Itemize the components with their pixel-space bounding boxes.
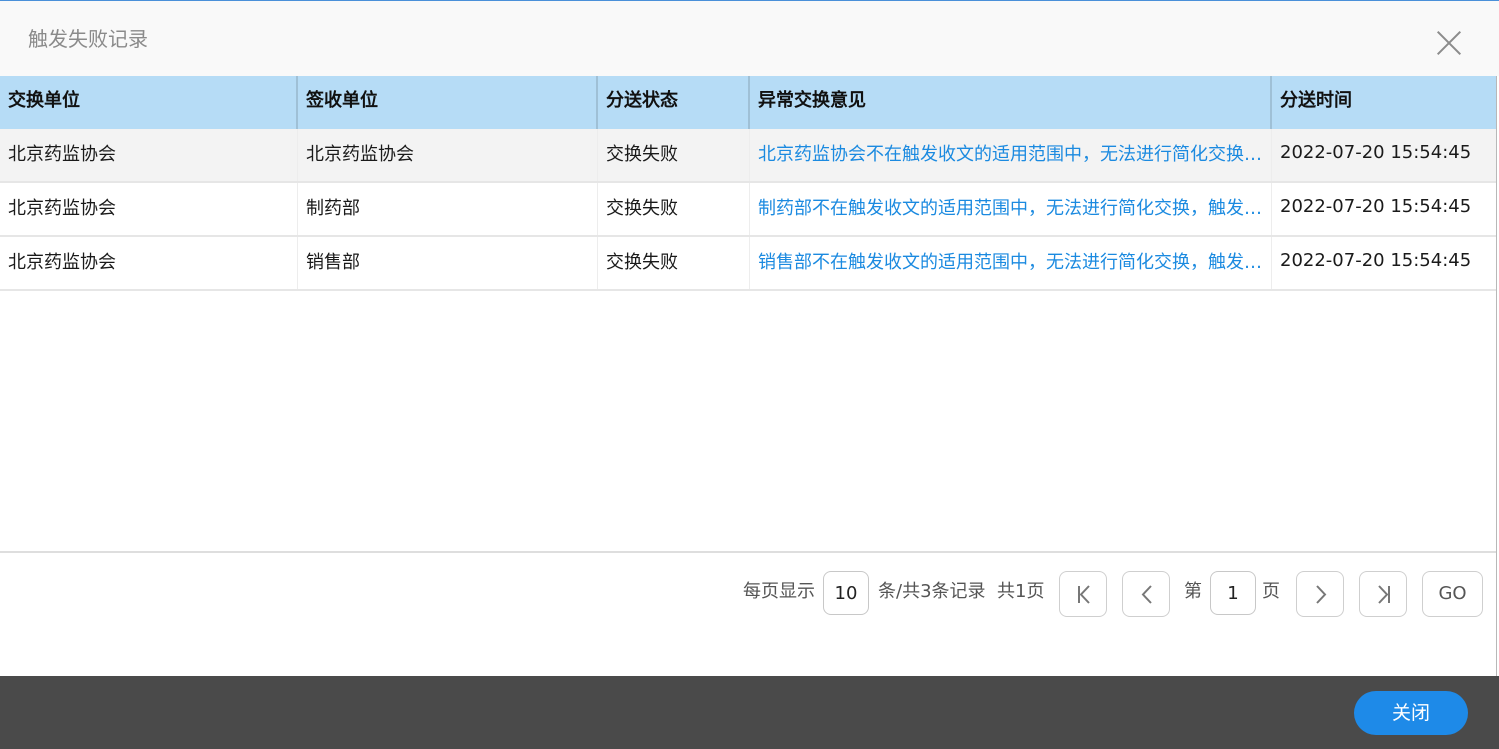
cell-status: 交换失败 <box>598 129 750 181</box>
cell-status: 交换失败 <box>598 183 750 235</box>
go-button[interactable]: GO <box>1422 571 1483 617</box>
cell-exchange-unit: 北京药监协会 <box>0 183 298 235</box>
first-page-button[interactable] <box>1059 571 1107 617</box>
cell-time: 2022-07-20 15:54:45 <box>1280 196 1472 217</box>
column-header-opinion: 异常交换意见 <box>750 76 1272 129</box>
next-page-icon <box>1316 585 1327 604</box>
next-page-button[interactable] <box>1296 571 1344 617</box>
table-header: 交换单位 签收单位 分送状态 异常交换意见 分送时间 <box>0 76 1496 129</box>
column-header-status: 分送状态 <box>598 76 750 129</box>
close-icon[interactable] <box>1434 27 1464 57</box>
dialog-footer: 关闭 <box>0 676 1499 749</box>
dialog-title: 触发失败记录 <box>28 27 148 51</box>
cell-status: 交换失败 <box>598 237 750 289</box>
column-header-exchange-unit: 交换单位 <box>0 76 298 129</box>
table-row[interactable]: 北京药监协会 北京药监协会 交换失败 北京药监协会不在触发收文的适用范围中，无法… <box>0 129 1496 183</box>
column-header-time: 分送时间 <box>1280 90 1352 111</box>
cell-receiving-unit: 北京药监协会 <box>298 129 598 181</box>
last-page-icon <box>1378 585 1390 604</box>
cell-time: 2022-07-20 15:54:45 <box>1280 142 1472 163</box>
dialog-header: 触发失败记录 <box>0 1 1499 76</box>
dialog-edge-divider <box>1496 76 1497 676</box>
close-button[interactable]: 关闭 <box>1354 691 1468 735</box>
cell-exchange-unit: 北京药监协会 <box>0 237 298 289</box>
first-page-icon <box>1078 585 1090 604</box>
column-header-receiving-unit: 签收单位 <box>298 76 598 129</box>
pager-divider <box>0 551 1496 553</box>
current-page-input[interactable] <box>1210 571 1256 615</box>
cell-time: 2022-07-20 15:54:45 <box>1280 250 1472 271</box>
per-page-label: 每页显示 <box>743 581 815 602</box>
prev-page-button[interactable] <box>1122 571 1170 617</box>
page-suffix-label: 页 <box>1262 581 1280 602</box>
cell-receiving-unit: 制药部 <box>298 183 598 235</box>
table-row[interactable]: 北京药监协会 销售部 交换失败 销售部不在触发收文的适用范围中，无法进行简化交换… <box>0 237 1496 291</box>
cell-exchange-unit: 北京药监协会 <box>0 129 298 181</box>
page-prefix-label: 第 <box>1184 581 1202 602</box>
cell-opinion-link[interactable]: 北京药监协会不在触发收文的适用范围中，无法进行简化交换，触发收文失败 <box>750 129 1272 181</box>
cell-receiving-unit: 销售部 <box>298 237 598 289</box>
total-pages-label: 共1页 <box>997 581 1045 602</box>
page-size-input[interactable] <box>823 571 869 615</box>
last-page-button[interactable] <box>1359 571 1407 617</box>
table-row[interactable]: 北京药监协会 制药部 交换失败 制药部不在触发收文的适用范围中，无法进行简化交换… <box>0 183 1496 237</box>
prev-page-icon <box>1141 585 1152 604</box>
cell-opinion-link[interactable]: 制药部不在触发收文的适用范围中，无法进行简化交换，触发收文失败 <box>750 183 1272 235</box>
records-label: 条/共3条记录 <box>878 581 986 602</box>
failure-records-dialog: 触发失败记录 交换单位 签收单位 分送状态 异常交换意见 分送时间 北京药监协会… <box>0 0 1499 749</box>
cell-opinion-link[interactable]: 销售部不在触发收文的适用范围中，无法进行简化交换，触发收文失败 <box>750 237 1272 289</box>
